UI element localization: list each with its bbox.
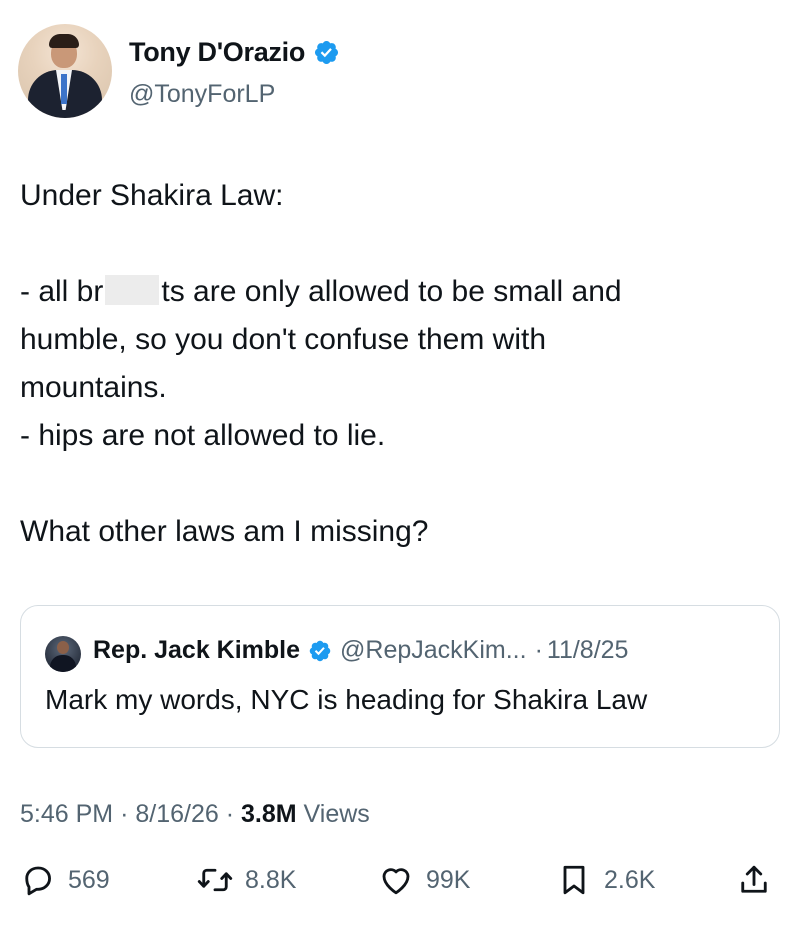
bookmark-count: 2.6K: [604, 865, 656, 894]
meta-separator: ·: [120, 800, 129, 828]
repost-count: 8.8K: [245, 865, 297, 894]
avatar-hair: [49, 34, 79, 48]
tweet-line-1: Under Shakira Law:: [20, 179, 284, 212]
bookmark-icon: [563, 865, 585, 895]
tweet-line-8: What other laws am I missing?: [20, 515, 429, 548]
like-button[interactable]: 99K: [378, 862, 470, 898]
views-count: 3.8M: [241, 800, 297, 828]
quoted-tweet[interactable]: Rep. Jack Kimble @RepJackKim... · 11/8/2…: [20, 605, 780, 748]
tweet-line-3: - all br ts are only allowed to be small …: [20, 268, 622, 316]
quote-separator: ·: [534, 636, 543, 664]
repost-icon: [197, 868, 233, 892]
author-handle[interactable]: @TonyForLP: [129, 80, 275, 109]
tweet-line-5: mountains.: [20, 371, 167, 404]
verified-badge-icon: [315, 40, 339, 65]
author-avatar[interactable]: [18, 24, 112, 118]
repost-button[interactable]: 8.8K: [197, 862, 296, 898]
quote-header: Rep. Jack Kimble @RepJackKim... · 11/8/2…: [93, 636, 628, 665]
share-button[interactable]: [736, 862, 772, 898]
author-name-row[interactable]: Tony D'Orazio: [129, 37, 340, 68]
quote-date[interactable]: 11/8/25: [547, 636, 629, 665]
tweet-meta: 5:46 PM · 8/16/26 · 3.8M Views: [20, 800, 370, 829]
bookmark-button[interactable]: 2.6K: [556, 862, 655, 898]
author-name[interactable]: Tony D'Orazio: [129, 37, 305, 68]
meta-separator: ·: [225, 800, 235, 828]
tweet-date[interactable]: 8/16/26: [135, 800, 218, 828]
reply-icon: [25, 866, 51, 896]
quote-author-handle[interactable]: @RepJackKim...: [340, 636, 527, 665]
quote-avatar[interactable]: [45, 636, 81, 672]
avatar-tie: [61, 74, 67, 104]
action-bar: 569 8.8K 99K 2.6K: [0, 862, 800, 912]
verified-badge-icon: [309, 640, 331, 661]
quote-avatar-head: [57, 641, 69, 654]
quote-text: Mark my words, NYC is heading for Shakir…: [45, 684, 648, 715]
quote-author-name[interactable]: Rep. Jack Kimble: [93, 636, 300, 665]
reply-button[interactable]: 569: [20, 862, 110, 898]
share-icon: [741, 865, 767, 893]
views-label: Views: [303, 800, 370, 828]
reply-count: 569: [68, 865, 110, 894]
tweet-line-4: humble, so you don't confuse them with: [20, 323, 547, 356]
quote-avatar-body: [50, 655, 76, 672]
censor-blur: [105, 275, 160, 305]
like-count: 99K: [426, 865, 471, 894]
tweet-line-3-part-b: ts are only allowed to be small and: [161, 275, 622, 308]
heart-icon: [382, 868, 410, 895]
tweet-time[interactable]: 5:46 PM: [20, 800, 113, 828]
tweet-line-6: - hips are not allowed to lie.: [20, 419, 386, 452]
tweet-line-3-part-a: - all br: [20, 275, 104, 308]
